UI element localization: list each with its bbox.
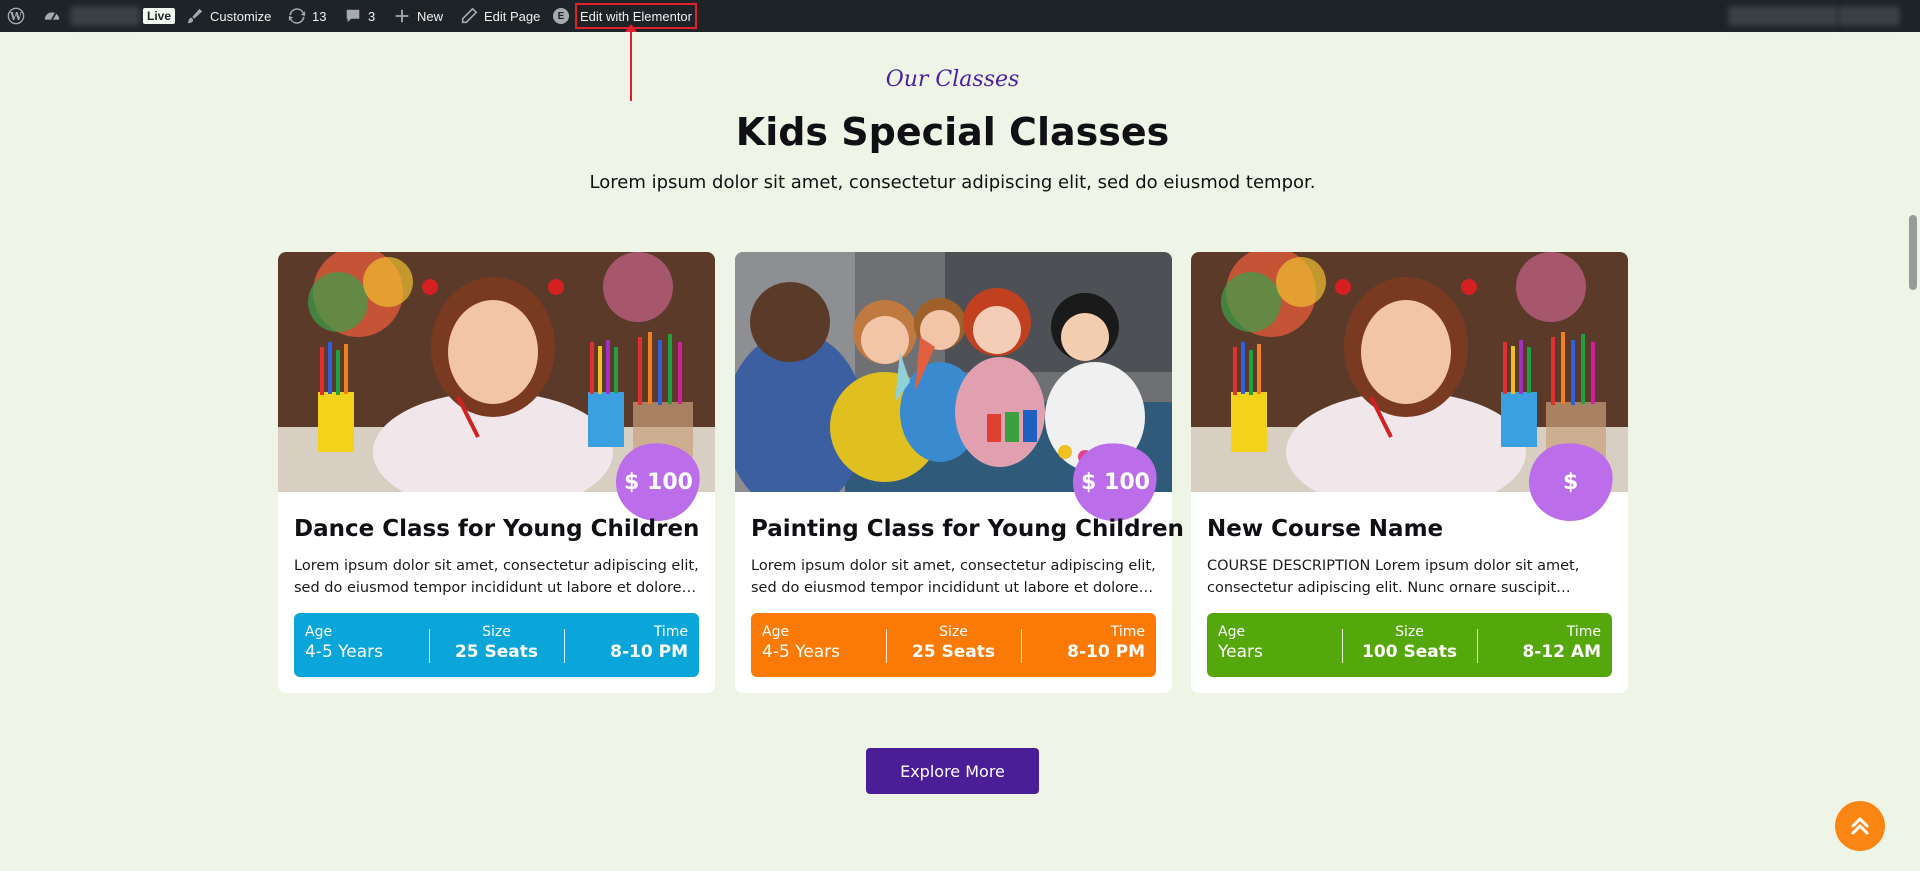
size-label: Size — [1395, 624, 1424, 640]
class-card[interactable]: $ 100 Painting Class for Young Children … — [735, 252, 1184, 693]
dashboard-icon[interactable] — [43, 0, 61, 32]
elementor-icon: E — [553, 8, 569, 24]
class-description: COURSE DESCRIPTION Lorem ipsum dolor sit… — [1207, 558, 1580, 596]
time-value: 8-10 PM — [1067, 642, 1145, 662]
time-label: Time — [1566, 624, 1601, 640]
double-chevron-up-icon — [1851, 817, 1869, 835]
class-description: Lorem ipsum dolor sit amet, consectetur … — [294, 558, 699, 596]
class-title[interactable]: Painting Class for Young Children — [751, 516, 1184, 542]
size-label: Size — [939, 624, 968, 640]
scrollbar-thumb[interactable] — [1909, 215, 1917, 290]
time-label: Time — [653, 624, 688, 640]
time-value: 8-12 AM — [1522, 642, 1601, 662]
admin-bar: W Live Customize 13 3 New Edit Page E Ed… — [0, 0, 1920, 32]
account-info-blurred[interactable] — [1728, 6, 1838, 26]
age-value: Years — [1218, 642, 1263, 662]
time-value: 8-10 PM — [610, 642, 688, 662]
section-title: Kids Special Classes — [735, 110, 1170, 154]
explore-more-button[interactable]: Explore More — [866, 748, 1039, 794]
page-scrollbar[interactable] — [1906, 32, 1920, 871]
live-badge: Live — [143, 0, 176, 32]
age-label: Age — [762, 624, 790, 640]
brush-icon — [187, 8, 203, 24]
wordpress-logo-icon[interactable]: W — [7, 0, 25, 32]
size-label: Size — [482, 624, 511, 640]
comment-icon — [346, 9, 360, 23]
edit-page-link[interactable]: Edit Page — [460, 0, 540, 32]
age-value: 4-5 Years — [305, 642, 384, 662]
pencil-icon — [461, 7, 478, 24]
svg-text:W: W — [9, 10, 23, 23]
age-value: 4-5 Years — [762, 642, 841, 662]
class-stats: Age Years Size 100 Seats Time 8-12 AM — [1207, 613, 1612, 677]
avatar[interactable] — [1838, 6, 1900, 26]
size-value: 25 Seats — [911, 642, 996, 662]
class-card[interactable]: $ 100 Dance Class for Young Children Lor… — [278, 252, 715, 693]
new-content-link[interactable]: New — [393, 0, 443, 32]
size-value: 100 Seats — [1362, 642, 1457, 662]
class-title[interactable]: Dance Class for Young Children — [294, 516, 704, 542]
scroll-to-top-button[interactable] — [1835, 801, 1885, 851]
section-subtitle: Lorem ipsum dolor sit amet, consectetur … — [589, 172, 1316, 193]
class-description: Lorem ipsum dolor sit amet, consectetur … — [751, 558, 1156, 596]
age-label: Age — [1218, 624, 1246, 640]
refresh-icon — [288, 8, 306, 24]
class-card[interactable]: $ New Course Name COURSE DESCRIPTION Lor… — [1191, 252, 1628, 693]
comments-link[interactable]: 3 — [344, 0, 375, 32]
age-label: Age — [305, 624, 333, 640]
class-title[interactable]: New Course Name — [1207, 516, 1617, 542]
section-eyebrow: Our Classes — [885, 67, 1020, 92]
updates-link[interactable]: 13 — [288, 0, 326, 32]
class-stats: Age 4-5 Years Size 25 Seats Time 8-10 PM — [751, 613, 1156, 677]
size-value: 25 Seats — [454, 642, 539, 662]
annotation-arrowhead — [625, 24, 637, 32]
customize-link[interactable]: Customize — [186, 0, 271, 32]
class-stats: Age 4-5 Years Size 25 Seats Time 8-10 PM — [294, 613, 699, 677]
plus-icon — [395, 9, 409, 23]
time-label: Time — [1110, 624, 1145, 640]
site-name-blurred[interactable] — [70, 6, 140, 26]
